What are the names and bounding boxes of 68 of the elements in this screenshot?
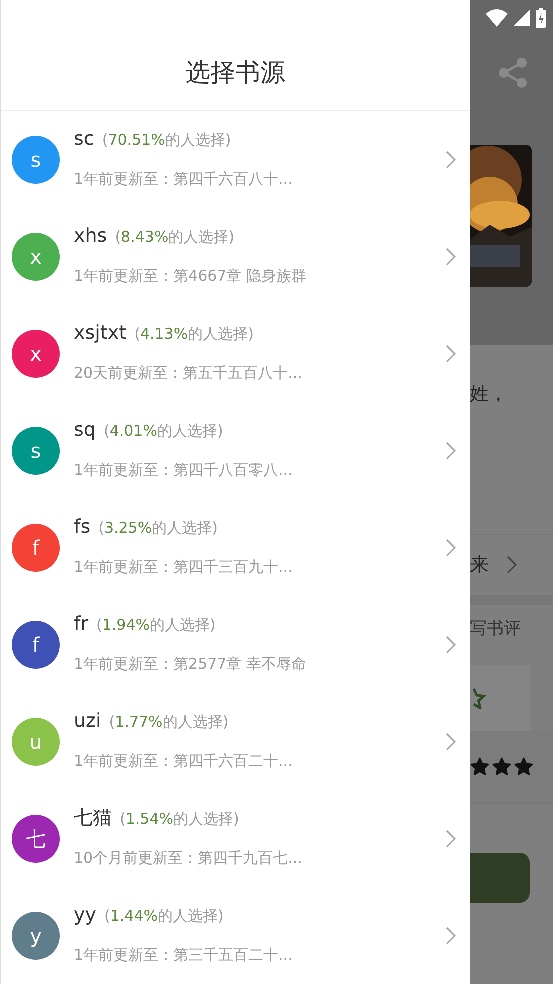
- star-icon: [492, 757, 512, 777]
- source-name: sc: [74, 127, 94, 152]
- avatar: u: [12, 718, 60, 766]
- source-name: sq: [74, 418, 96, 443]
- chevron-right-icon: [446, 636, 456, 654]
- battery-icon: [536, 8, 546, 28]
- choice-share: (1.77%的人选择): [109, 712, 229, 733]
- avatar: f: [12, 620, 60, 668]
- chevron-right-icon: [446, 732, 456, 750]
- chevron-right-icon: [446, 830, 456, 848]
- latest-chapter: 1年前更新至：第四千八百零八...: [74, 460, 294, 480]
- choice-share: (70.51%的人选择): [102, 130, 232, 151]
- source-item[interactable]: 七 七猫 (1.54%的人选择) 10个月前更新至：第四千九百七...: [1, 790, 470, 887]
- catalog-text: 来: [470, 552, 489, 578]
- source-name: xsjtxt: [74, 321, 127, 346]
- star-icon: [470, 757, 490, 777]
- source-item[interactable]: f fs (3.25%的人选择) 1年前更新至：第四千三百九十...: [1, 499, 470, 596]
- chevron-right-icon: [446, 442, 456, 460]
- share-icon[interactable]: [498, 56, 528, 88]
- source-name: uzi: [74, 709, 102, 734]
- action-button[interactable]: [470, 853, 530, 903]
- source-name: fs: [74, 515, 91, 540]
- avatar: x: [12, 232, 60, 280]
- avatar: y: [12, 912, 60, 960]
- avatar: s: [12, 136, 60, 184]
- chevron-right-icon: [446, 344, 456, 362]
- latest-chapter: 20天前更新至：第五千五百八十...: [74, 362, 304, 384]
- latest-chapter: 1年前更新至：第四千六百八十...: [74, 168, 294, 190]
- source-name: xhs: [74, 224, 108, 249]
- source-item[interactable]: s sc (70.51%的人选择) 1年前更新至：第四千六百八十...: [1, 111, 470, 208]
- avatar: f: [12, 524, 60, 572]
- source-name: yy: [74, 903, 96, 928]
- latest-chapter: 1年前更新至：第4667章 隐身族群: [74, 266, 308, 286]
- latest-chapter: 1年前更新至：第三千五百二十...: [74, 944, 294, 966]
- latest-chapter: 1年前更新至：第2577章 幸不辱命: [74, 654, 308, 674]
- avatar: x: [12, 330, 60, 378]
- star-icon: [514, 757, 534, 777]
- avatar: s: [12, 426, 60, 474]
- intro-text: 姓，: [470, 382, 508, 408]
- choice-share: (8.43%的人选择): [115, 227, 235, 248]
- wifi-icon: [486, 8, 508, 26]
- source-name: 七猫: [74, 806, 112, 831]
- choice-share: (3.25%的人选择): [98, 518, 218, 539]
- avatar: 七: [12, 814, 60, 862]
- signal-icon: [514, 10, 530, 26]
- source-name: fr: [74, 612, 89, 637]
- source-item[interactable]: f fr (1.94%的人选择) 1年前更新至：第2577章 幸不辱命: [1, 596, 470, 693]
- latest-chapter: 1年前更新至：第四千三百九十...: [74, 556, 294, 578]
- source-item[interactable]: u uzi (1.77%的人选择) 1年前更新至：第四千六百二十...: [1, 693, 470, 790]
- chevron-right-icon: [446, 248, 456, 266]
- choice-share: (1.94%的人选择): [96, 615, 216, 636]
- choice-share: (4.13%的人选择): [134, 324, 254, 345]
- review-box[interactable]: [470, 665, 530, 731]
- dialog-title: 选择书源: [186, 57, 286, 90]
- chevron-right-icon: [507, 556, 517, 574]
- chevron-right-icon: [446, 150, 456, 168]
- choice-share: (1.44%的人选择): [104, 906, 224, 927]
- choice-share: (1.54%的人选择): [120, 809, 240, 830]
- source-item[interactable]: y yy (1.44%的人选择) 1年前更新至：第三千五百二十...: [1, 887, 470, 984]
- source-item[interactable]: s sq (4.01%的人选择) 1年前更新至：第四千八百零八...: [1, 402, 470, 499]
- source-item[interactable]: x xhs (8.43%的人选择) 1年前更新至：第4667章 隐身族群: [1, 208, 470, 305]
- latest-chapter: 1年前更新至：第四千六百二十...: [74, 750, 294, 772]
- source-item[interactable]: x xsjtxt (4.13%的人选择) 20天前更新至：第五千五百八十...: [1, 305, 470, 402]
- review-text: 写书评: [470, 618, 521, 642]
- chevron-right-icon: [446, 926, 456, 944]
- chevron-right-icon: [446, 538, 456, 556]
- latest-chapter: 10个月前更新至：第四千九百七...: [74, 848, 304, 868]
- choice-share: (4.01%的人选择): [104, 421, 224, 442]
